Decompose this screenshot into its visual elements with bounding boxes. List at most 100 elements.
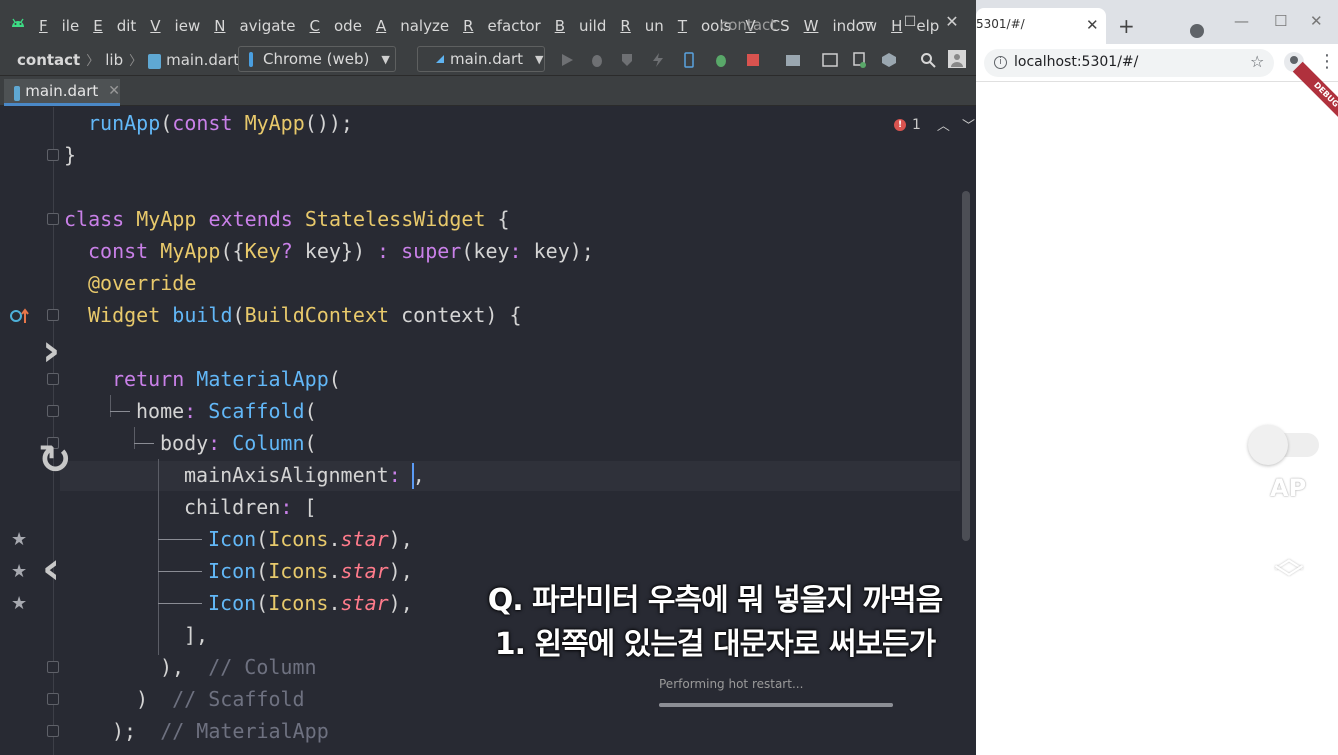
caret-down-icon: ▼	[381, 52, 390, 66]
run-icon[interactable]	[559, 52, 575, 68]
chevron-right-icon: 〉	[129, 54, 143, 69]
fold-marker-icon[interactable]	[47, 661, 59, 673]
fold-marker-icon[interactable]	[47, 213, 59, 225]
more-menu-icon[interactable]: ⋮	[1318, 52, 1336, 72]
menu-analyze[interactable]: Analyze	[376, 16, 449, 36]
browser-tab[interactable]: 5301/#/ ✕	[976, 8, 1106, 44]
close-window-button[interactable]: ✕	[938, 10, 966, 34]
progress-fill	[659, 703, 893, 707]
maximize-button[interactable]: ☐	[1274, 12, 1287, 30]
override-method-icon[interactable]	[10, 307, 30, 325]
chevron-up-icon[interactable]: ︿	[937, 115, 950, 134]
toggle-switch-knob[interactable]	[1248, 425, 1288, 465]
indent-guide	[110, 395, 111, 417]
code-editor[interactable]: ★ ★ ★ › ↻ ‹ ! 1 ︿ ﹀ runApp(const MyApp()…	[0, 107, 976, 755]
indent-branch	[110, 411, 130, 412]
minimize-button[interactable]: —	[852, 10, 880, 34]
fold-marker-icon[interactable]	[47, 725, 59, 737]
menu-code[interactable]: Code	[310, 16, 362, 36]
debug-icon[interactable]	[589, 52, 605, 68]
search-icon[interactable]	[920, 52, 936, 68]
close-tab-icon[interactable]: ✕	[1086, 16, 1099, 34]
indent-guide	[158, 459, 159, 655]
code-line: ), // Column	[160, 655, 317, 679]
terminal-icon[interactable]	[822, 52, 838, 68]
info-icon[interactable]: i	[994, 56, 1007, 69]
attach-debugger-icon[interactable]	[713, 52, 729, 68]
menu-build[interactable]: Build	[555, 16, 607, 36]
project-structure-icon[interactable]	[785, 52, 801, 68]
code-line: ); // MaterialApp	[112, 719, 329, 743]
code-line: Icon(Icons.star),	[208, 559, 413, 583]
gutter-divider	[53, 107, 54, 755]
editor-scrollbar[interactable]	[962, 191, 970, 541]
device-manager-icon[interactable]	[681, 52, 697, 68]
dart-file-icon	[14, 85, 21, 101]
indent-guide	[134, 427, 135, 449]
error-count: 1	[912, 116, 921, 133]
code-line: Widget build(BuildContext context) {	[88, 303, 522, 327]
run-config-selector[interactable]: main.dart ▼	[417, 46, 545, 72]
fold-marker-icon[interactable]	[47, 405, 59, 417]
fold-marker-icon[interactable]	[47, 693, 59, 705]
code-line: ],	[184, 623, 209, 647]
text-cursor	[412, 463, 414, 489]
editor-tab-bar: main.dart ✕	[0, 76, 976, 106]
minimize-button[interactable]: —	[1234, 12, 1249, 30]
code-line: const MyApp({Key? key}) : super(key: key…	[88, 239, 594, 263]
url-text[interactable]: localhost:5301/#/	[1014, 54, 1138, 70]
account-icon[interactable]	[948, 50, 966, 68]
menu-edit[interactable]: Edit	[93, 16, 136, 36]
code-line: Icon(Icons.star),	[208, 591, 413, 615]
star-icon: ★	[11, 593, 28, 614]
menu-file[interactable]: File	[39, 16, 79, 36]
stop-icon[interactable]	[745, 52, 761, 68]
indent-branch	[158, 571, 202, 572]
error-indicator[interactable]: ! 1 ︿ ﹀	[894, 115, 975, 134]
menu-run[interactable]: Run	[620, 16, 663, 36]
close-window-button[interactable]: ✕	[1310, 12, 1323, 30]
hot-restart-progress	[659, 703, 893, 707]
caret-down-icon: ▼	[535, 52, 544, 66]
chevron-down-icon[interactable]: ﹀	[962, 115, 975, 134]
maximize-button[interactable]: ☐	[896, 10, 924, 34]
dart-file-icon	[148, 54, 162, 69]
breadcrumb-file[interactable]: main.dart	[166, 51, 239, 69]
code-line: @override	[88, 271, 197, 295]
fold-marker-icon[interactable]	[47, 149, 59, 161]
breadcrumb-project[interactable]: contact	[17, 51, 80, 69]
code-line: home: Scaffold(	[136, 399, 317, 423]
menu-navigate[interactable]: Navigate	[214, 16, 295, 36]
star-icon: ★	[11, 529, 28, 550]
tab-label: main.dart	[25, 82, 99, 100]
menu-refactor[interactable]: Refactor	[463, 16, 541, 36]
hot-restart-status: Performing hot restart...	[659, 677, 804, 691]
coverage-icon[interactable]	[619, 52, 635, 68]
run-config-label: main.dart	[450, 50, 524, 68]
menu-view[interactable]: View	[150, 16, 200, 36]
tab-main-dart[interactable]: main.dart ✕	[4, 79, 120, 106]
new-tab-button[interactable]: +	[1118, 16, 1135, 36]
sdk-manager-icon[interactable]	[881, 52, 897, 68]
avd-manager-icon[interactable]	[851, 52, 867, 68]
browser-tab-title: 5301/#/	[976, 17, 1025, 31]
bookmark-star-icon[interactable]: ☆	[1250, 52, 1264, 71]
code-line: children: [	[184, 495, 317, 519]
address-bar[interactable]: i localhost:5301/#/ ☆	[984, 49, 1274, 77]
video-subtitle: Q. 파라미터 우측에 뭐 넣을지 까먹음 1. 왼쪽에 있는걸 대문자로 써보…	[470, 579, 960, 667]
code-line: Icon(Icons.star),	[208, 527, 413, 551]
expand-chevron-icon[interactable]: ︿ ﹀	[1274, 544, 1304, 596]
close-tab-icon[interactable]: ✕	[108, 83, 120, 99]
device-selector-label: Chrome (web)	[263, 50, 370, 68]
breadcrumb-folder[interactable]: lib	[105, 51, 123, 69]
fold-marker-icon[interactable]	[47, 309, 59, 321]
code-line: class MyApp extends StatelessWidget {	[64, 207, 510, 231]
indent-branch	[158, 603, 202, 604]
code-line: return MaterialApp(	[112, 367, 341, 391]
device-selector[interactable]: Chrome (web) ▼	[238, 46, 396, 72]
hot-reload-icon[interactable]	[650, 52, 666, 68]
star-icon: ★	[11, 561, 28, 582]
code-line: runApp(const MyApp());	[88, 111, 353, 135]
tab-search-icon[interactable]	[1190, 24, 1204, 38]
chevron-left-icon: ‹	[42, 543, 61, 594]
